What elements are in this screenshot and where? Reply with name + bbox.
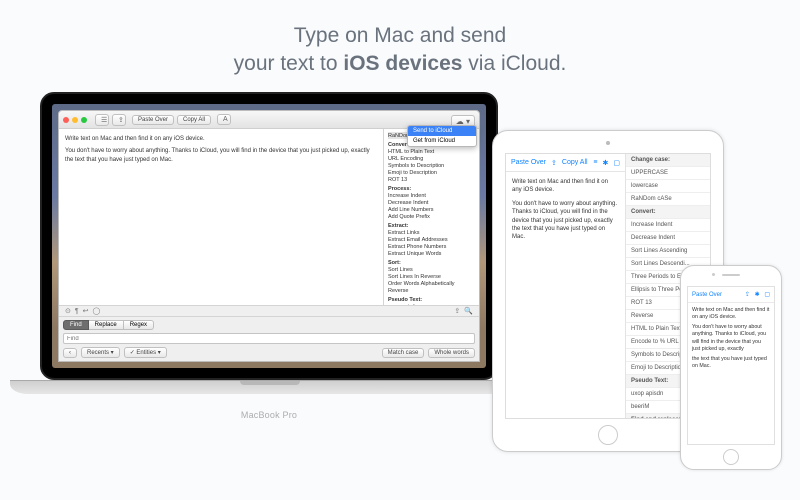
editor-paragraph: You don't have to worry about anything. … bbox=[65, 147, 377, 164]
sidebar-item[interactable]: Order Words Alphabetically bbox=[388, 280, 475, 287]
maximize-icon[interactable] bbox=[81, 117, 87, 123]
find-panel: Find Replace Regex ‹ Recents ▾ ✓ Entitie… bbox=[59, 317, 479, 361]
replace-tab[interactable]: Replace bbox=[89, 320, 124, 330]
iphone-text-editor[interactable]: Write text on Mac and then find it on an… bbox=[688, 303, 774, 444]
list-item[interactable]: Decrease Indent bbox=[626, 232, 710, 245]
regex-tab[interactable]: Regex bbox=[124, 320, 154, 330]
list-item[interactable]: UPPERCASE bbox=[626, 167, 710, 180]
list-item[interactable]: Increase Indent bbox=[626, 219, 710, 232]
traffic-lights bbox=[63, 117, 87, 123]
export-icon[interactable]: ⇪ bbox=[112, 114, 126, 126]
macos-desktop: ☰ ⇪ Paste Over Copy All A ☁ ▾ Send to iC… bbox=[52, 104, 486, 368]
minimize-icon[interactable] bbox=[72, 117, 78, 123]
list-header: Change case: bbox=[626, 154, 710, 167]
sidebar-item[interactable]: HTML to Plain Text bbox=[388, 148, 475, 155]
sidebar-item[interactable]: Decrease Indent bbox=[388, 199, 475, 206]
sidebar-item[interactable]: Sort Lines In Reverse bbox=[388, 273, 475, 280]
editor-icon-row: ⊙ ¶ ↩ ◯ ⇪ 🔍 bbox=[59, 305, 479, 317]
editor-paragraph: You don't have to worry about anything. … bbox=[512, 200, 619, 242]
macbook-bezel: ☰ ⇪ Paste Over Copy All A ☁ ▾ Send to iC… bbox=[40, 92, 498, 380]
sidebar-item[interactable]: Emoji to Description bbox=[388, 169, 475, 176]
sidebar-item[interactable]: Extract Unique Words bbox=[388, 250, 475, 257]
home-button[interactable] bbox=[723, 449, 739, 465]
menu-icon[interactable]: ≡ bbox=[593, 159, 597, 166]
back-icon[interactable]: ‹ bbox=[63, 348, 77, 358]
ipad-toolbar: Paste Over ⇪ Copy All ≡ ✱ ▢ bbox=[506, 154, 625, 172]
iphone-device: Paste Over ⇪ ✱ ▢ Write text on Mac and t… bbox=[680, 265, 782, 470]
sidebar-item[interactable]: URL Encoding bbox=[388, 155, 475, 162]
copy-all-button[interactable]: Copy All bbox=[177, 115, 211, 125]
match-case-button[interactable]: Match case bbox=[382, 348, 425, 358]
entities-button[interactable]: ✓ Entities ▾ bbox=[124, 347, 167, 358]
paragraph-icon[interactable]: ¶ bbox=[75, 308, 79, 315]
pin-icon[interactable]: ⊙ bbox=[65, 307, 71, 315]
headline-line2-bold: iOS devices bbox=[343, 52, 462, 75]
list-header: Convert: bbox=[626, 206, 710, 219]
export-icon[interactable]: ⇪ bbox=[551, 159, 557, 167]
macbook-base bbox=[10, 380, 530, 394]
sidebar-item[interactable]: Extract Links bbox=[388, 229, 475, 236]
iphone-toolbar: Paste Over ⇪ ✱ ▢ bbox=[688, 287, 774, 303]
find-input[interactable] bbox=[63, 333, 475, 344]
camera-icon bbox=[606, 141, 610, 145]
find-tab[interactable]: Find bbox=[63, 320, 89, 330]
macbook-brand-label: MacBook Pro bbox=[40, 410, 498, 420]
send-to-icloud-item[interactable]: Send to iCloud bbox=[408, 126, 476, 136]
iphone-app: Paste Over ⇪ ✱ ▢ Write text on Mac and t… bbox=[687, 286, 775, 445]
editor-paragraph: Write text on Mac and then find it on an… bbox=[512, 178, 619, 195]
sidebar-item[interactable]: Sort Lines bbox=[388, 266, 475, 273]
editor-paragraph: the text that you have just typed on Mac… bbox=[692, 356, 770, 370]
sidebar-item[interactable]: Add Line Numbers bbox=[388, 206, 475, 213]
editor-paragraph: Write text on Mac and then find it on an… bbox=[65, 135, 377, 143]
close-icon[interactable] bbox=[63, 117, 69, 123]
marketing-headline: Type on Mac and send your text to iOS de… bbox=[0, 22, 800, 79]
sidebar-item[interactable]: Symbols to Description bbox=[388, 162, 475, 169]
sidebar-item[interactable]: Increase Indent bbox=[388, 192, 475, 199]
headline-line1: Type on Mac and send bbox=[294, 24, 506, 47]
macbook-device: ☰ ⇪ Paste Over Copy All A ☁ ▾ Send to iC… bbox=[40, 92, 498, 402]
macbook-notch bbox=[240, 381, 300, 385]
editor-paragraph: Write text on Mac and then find it on an… bbox=[692, 307, 770, 321]
search-icon[interactable]: 🔍 bbox=[464, 307, 473, 315]
list-item[interactable]: lowercase bbox=[626, 180, 710, 193]
clipboard-icon[interactable]: ▢ bbox=[764, 292, 770, 298]
headline-line2-suffix: via iCloud. bbox=[462, 52, 566, 75]
sidebar-item[interactable]: Reverse bbox=[388, 287, 475, 294]
export-icon[interactable]: ⇪ bbox=[745, 292, 750, 298]
recents-button[interactable]: Recents ▾ bbox=[81, 347, 120, 358]
ipad-text-editor[interactable]: Write text on Mac and then find it on an… bbox=[506, 172, 625, 418]
paste-over-button[interactable]: Paste Over bbox=[511, 159, 546, 166]
share-icon[interactable]: ⇪ bbox=[454, 307, 460, 315]
paste-over-button[interactable]: Paste Over bbox=[132, 115, 174, 125]
paste-over-button[interactable]: Paste Over bbox=[692, 292, 722, 298]
clipboard-icon[interactable]: ▢ bbox=[613, 159, 620, 167]
wrap-icon[interactable]: ↩ bbox=[83, 307, 89, 315]
speaker-icon bbox=[722, 274, 740, 276]
home-button[interactable] bbox=[598, 425, 618, 445]
settings-icon[interactable]: ✱ bbox=[603, 159, 609, 167]
get-from-icloud-item[interactable]: Get from iCloud bbox=[408, 136, 476, 146]
document-icon[interactable]: ☰ bbox=[95, 114, 109, 126]
sidebar-item[interactable]: Extract Phone Numbers bbox=[388, 243, 475, 250]
voice-icon[interactable]: ◯ bbox=[93, 307, 101, 315]
camera-icon bbox=[712, 273, 715, 276]
headline-line2-prefix: your text to bbox=[234, 52, 344, 75]
text-editor[interactable]: Write text on Mac and then find it on an… bbox=[59, 129, 384, 305]
whole-words-button[interactable]: Whole words bbox=[428, 348, 475, 358]
font-icon[interactable]: A bbox=[217, 114, 231, 125]
actions-sidebar: RaNDom cASe Convert: HTML to Plain Text … bbox=[384, 129, 479, 305]
list-item[interactable]: Sort Lines Ascending bbox=[626, 245, 710, 258]
sidebar-item[interactable]: ROT 13 bbox=[388, 176, 475, 183]
list-item[interactable]: RaNDom cASe bbox=[626, 193, 710, 206]
app-window: ☰ ⇪ Paste Over Copy All A ☁ ▾ Send to iC… bbox=[58, 110, 480, 362]
sidebar-item[interactable]: Add Quote Prefix bbox=[388, 213, 475, 220]
sidebar-item[interactable]: Extract Email Addresses bbox=[388, 236, 475, 243]
window-titlebar: ☰ ⇪ Paste Over Copy All A ☁ ▾ Send to iC… bbox=[59, 111, 479, 129]
settings-icon[interactable]: ✱ bbox=[755, 292, 760, 298]
copy-all-button[interactable]: Copy All bbox=[562, 159, 588, 166]
cloud-dropdown: Send to iCloud Get from iCloud bbox=[407, 125, 477, 147]
editor-paragraph: You don't have to worry about anything. … bbox=[692, 324, 770, 353]
